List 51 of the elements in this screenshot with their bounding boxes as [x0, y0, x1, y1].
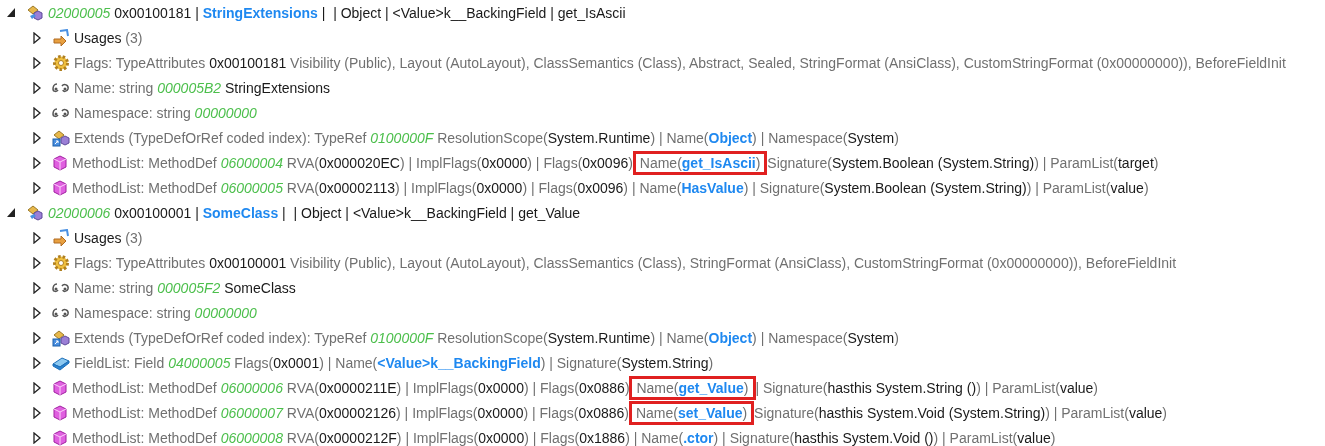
cube-icon — [52, 379, 68, 396]
expand-arrow-icon[interactable] — [32, 256, 42, 269]
tree-item-text[interactable]: Name: string 000005F2 SomeClass — [74, 279, 296, 296]
cube-icon — [52, 154, 68, 171]
expand-arrow-icon[interactable] — [32, 106, 42, 119]
collapse-arrow-icon[interactable] — [6, 206, 16, 219]
expand-arrow-icon[interactable] — [32, 406, 42, 419]
extends-icon — [52, 128, 70, 147]
expand-arrow-icon[interactable] — [32, 306, 42, 319]
gear-icon — [52, 253, 70, 272]
class-icon — [26, 203, 44, 222]
tree-item-text[interactable]: Name: string 000005B2 StringExtensions — [74, 79, 331, 96]
expand-arrow-icon[interactable] — [32, 431, 42, 444]
tree-item-text[interactable]: Extends (TypeDefOrRef coded index): TypeRef 0100000F ResolutionScope(System.Runtime) | Name(Object) | Namespace(System) — [74, 129, 899, 146]
expand-arrow-icon[interactable] — [32, 131, 42, 144]
expand-arrow-icon[interactable] — [32, 381, 42, 394]
cube-icon — [52, 404, 68, 421]
gear-icon — [52, 53, 70, 72]
string-icon — [52, 81, 70, 94]
usages-icon — [52, 228, 70, 247]
tree-item-text[interactable]: 02000005 0x00100181 | StringExtensions | | Object | <Value>k__BackingField | get_IsAscii — [48, 4, 626, 21]
expand-arrow-icon[interactable] — [32, 81, 42, 94]
expand-arrow-icon[interactable] — [32, 281, 42, 294]
usages-icon — [52, 28, 70, 47]
tree-item-text[interactable]: Flags: TypeAttributes 0x00100181 Visibility (Public), Layout (AutoLayout), ClassSemantics (Class), Abstract, Sealed, StringFormat (AnsiClass), CustomStringFormat (0x00000000)), BeforeFieldInit — [74, 54, 1286, 71]
expand-arrow-icon[interactable] — [32, 331, 42, 344]
tree-item-text[interactable]: MethodList: MethodDef 06000008 RVA(0x0000212F) | ImplFlags(0x0000) | Flags(0x1886) | Name(.ctor) | Signature(hasthis System.Void ()) | ParamList(value) — [72, 429, 1056, 446]
tree-item-text[interactable]: FieldList: Field 04000005 Flags(0x0001) | Name(<Value>k__BackingField) | Signature(System.String) — [74, 354, 714, 371]
tree-item-text[interactable]: 02000006 0x00100001 | SomeClass | | Object | <Value>k__BackingField | get_Value — [48, 204, 581, 221]
expand-arrow-icon[interactable] — [32, 231, 42, 244]
tree-item-text[interactable]: Usages (3) — [74, 29, 143, 46]
tree-item-text[interactable]: Namespace: string 00000000 — [74, 104, 257, 121]
extends-icon — [52, 328, 70, 347]
cube-icon — [52, 429, 68, 446]
collapse-arrow-icon[interactable] — [6, 6, 16, 19]
expand-arrow-icon[interactable] — [32, 56, 42, 69]
tree-item-text[interactable]: Usages (3) — [74, 229, 143, 246]
class-icon — [26, 3, 44, 22]
tree-item-text[interactable]: MethodList: MethodDef 06000005 RVA(0x00002113) | ImplFlags(0x0000) | Flags(0x0096) | Name(HasValue) | Signature(System.Boolean (System.String)) | ParamList(value) — [72, 179, 1149, 196]
tree-item-text[interactable]: Flags: TypeAttributes 0x00100001 Visibility (Public), Layout (AutoLayout), ClassSemantics (Class), StringFormat (AnsiClass), CustomStringFormat (0x00000000)), BeforeFieldInit — [74, 254, 1177, 271]
expand-arrow-icon[interactable] — [32, 356, 42, 369]
expand-arrow-icon[interactable] — [32, 181, 42, 194]
tree-item-text[interactable]: Extends (TypeDefOrRef coded index): TypeRef 0100000F ResolutionScope(System.Runtime) | Name(Object) | Namespace(System) — [74, 329, 899, 346]
tree-item-text[interactable]: Namespace: string 00000000 — [74, 304, 257, 321]
string-icon — [52, 306, 70, 319]
string-icon — [52, 106, 70, 119]
expand-arrow-icon[interactable] — [32, 156, 42, 169]
field-icon — [52, 354, 70, 371]
cube-icon — [52, 179, 68, 196]
string-icon — [52, 281, 70, 294]
expand-arrow-icon[interactable] — [32, 31, 42, 44]
